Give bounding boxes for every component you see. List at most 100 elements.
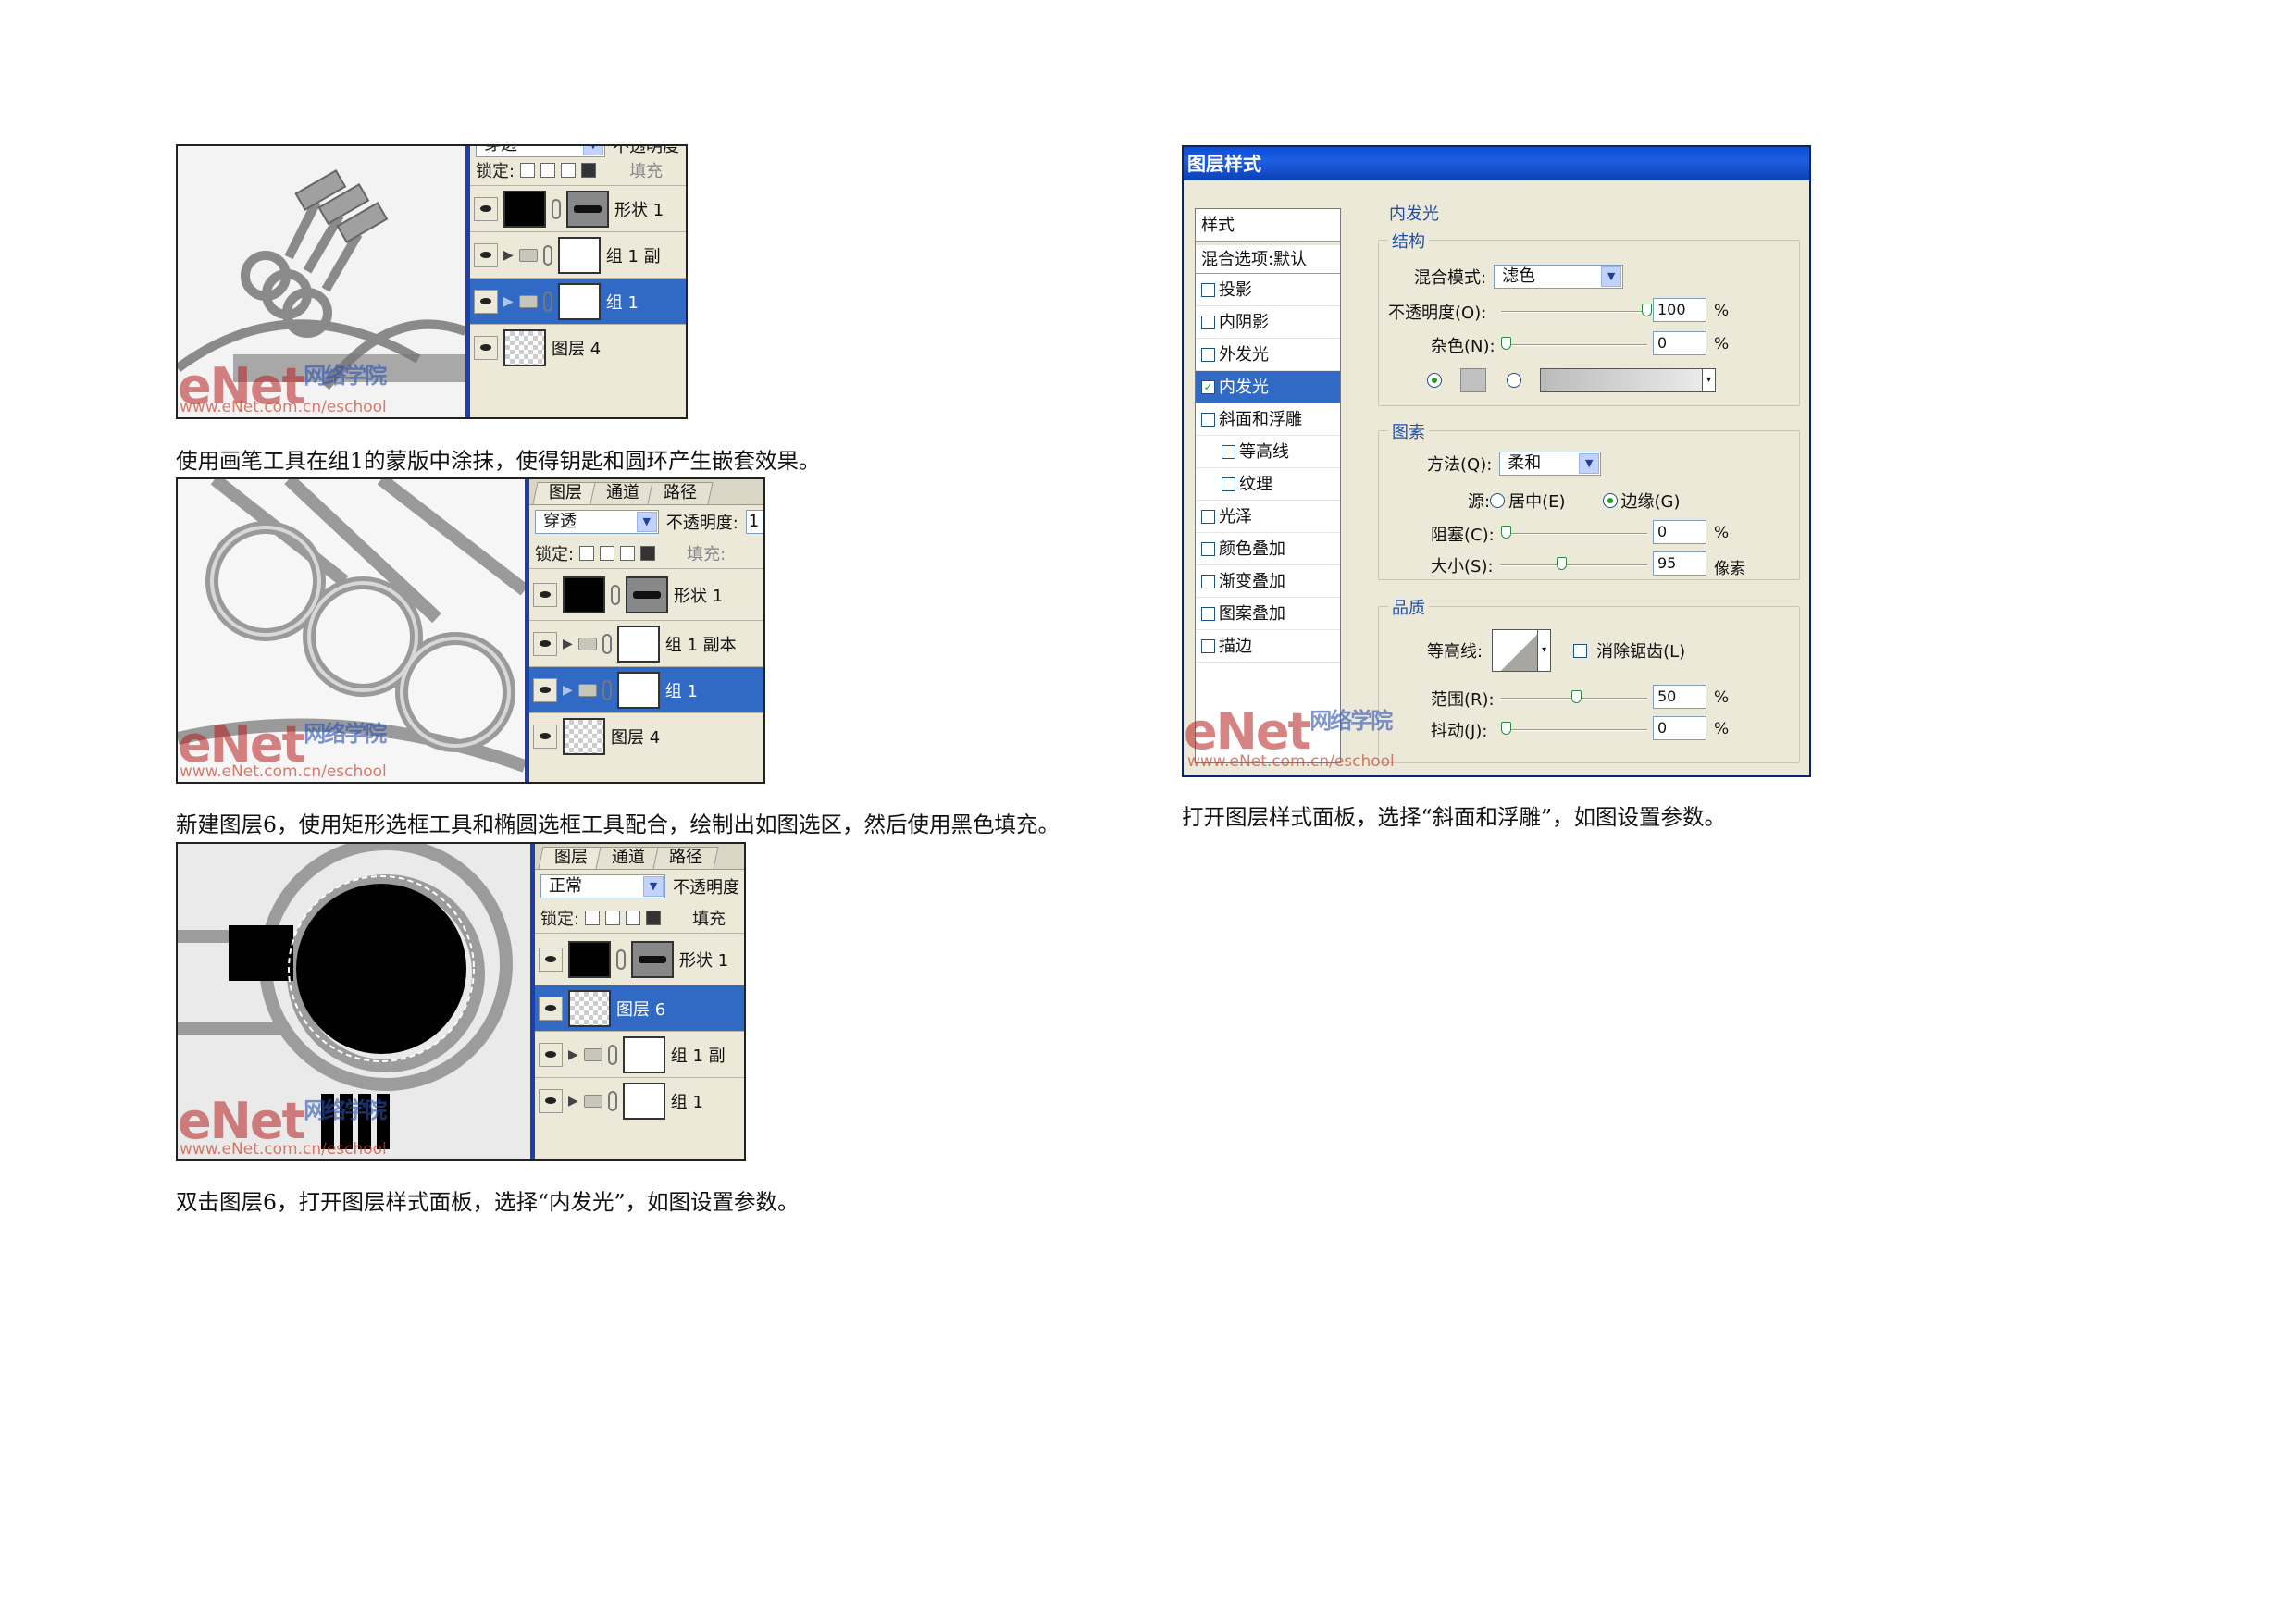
lock-paint-icon[interactable]: [540, 163, 556, 178]
blend-mode-select[interactable]: 穿透 ▼: [535, 510, 659, 534]
lock-move-icon[interactable]: [620, 546, 636, 561]
layer-row-selected[interactable]: ▶ 组 1: [470, 278, 686, 324]
antialias-checkbox[interactable]: [1573, 643, 1588, 658]
style-item[interactable]: 外发光: [1196, 339, 1340, 371]
style-item[interactable]: 图案叠加: [1196, 598, 1340, 630]
blend-mode-select[interactable]: 正常 ▼: [540, 874, 665, 898]
lock-transparency-icon[interactable]: [585, 911, 601, 925]
eye-icon[interactable]: [533, 631, 557, 656]
style-item[interactable]: 光泽: [1196, 501, 1340, 533]
style-item[interactable]: 颜色叠加: [1196, 533, 1340, 565]
layer-row[interactable]: 形状 1: [470, 185, 686, 231]
style-item[interactable]: 斜面和浮雕: [1196, 403, 1340, 436]
layer-row[interactable]: 形状 1: [535, 933, 744, 985]
lock-all-icon[interactable]: [640, 546, 656, 561]
styles-header[interactable]: 样式: [1196, 209, 1340, 242]
contour-picker[interactable]: ▾: [1492, 629, 1552, 672]
opacity-input[interactable]: 1: [745, 510, 763, 534]
contour-dropdown-icon[interactable]: ▾: [1537, 630, 1551, 671]
tab-layers[interactable]: 图层: [532, 482, 599, 504]
style-checkbox[interactable]: [1201, 412, 1215, 427]
style-checkbox[interactable]: [1201, 282, 1215, 297]
style-checkbox[interactable]: [1222, 444, 1235, 459]
eye-icon[interactable]: [474, 196, 498, 221]
style-checkbox[interactable]: [1201, 509, 1215, 524]
lock-all-icon[interactable]: [646, 911, 662, 925]
eye-icon[interactable]: [539, 1042, 563, 1067]
tab-channels[interactable]: 通道: [590, 482, 656, 504]
layer-row[interactable]: ▶ 组 1 副本: [529, 620, 763, 666]
expand-triangle-icon[interactable]: ▶: [563, 683, 573, 698]
lock-transparency-icon[interactable]: [579, 546, 595, 561]
layer-row-selected[interactable]: 图层 6: [535, 985, 744, 1031]
size-slider-knob[interactable]: [1557, 557, 1567, 570]
style-checkbox[interactable]: [1201, 315, 1215, 329]
source-edge-radio[interactable]: [1602, 493, 1618, 508]
eye-icon[interactable]: [539, 1088, 563, 1113]
choke-slider[interactable]: [1501, 526, 1647, 539]
technique-select[interactable]: 柔和 ▼: [1499, 452, 1602, 476]
range-slider[interactable]: [1501, 690, 1647, 703]
opacity-slider[interactable]: [1501, 304, 1652, 316]
tab-paths[interactable]: 路径: [647, 482, 714, 504]
choke-slider-knob[interactable]: [1501, 526, 1511, 539]
opacity-slider-knob[interactable]: [1642, 304, 1652, 316]
lock-move-icon[interactable]: [626, 911, 641, 925]
opacity-input[interactable]: 100: [1653, 298, 1706, 322]
tab-layers[interactable]: 图层: [538, 847, 604, 869]
style-item[interactable]: ✓ 内发光: [1196, 371, 1340, 403]
lock-move-icon[interactable]: [561, 163, 577, 178]
size-input[interactable]: 95: [1653, 551, 1706, 576]
tab-paths[interactable]: 路径: [652, 847, 719, 869]
layer-row[interactable]: 图层 4: [529, 712, 763, 759]
gradient-picker[interactable]: ▾: [1540, 368, 1716, 392]
layer-row[interactable]: ▶ 组 1: [535, 1077, 744, 1123]
style-item[interactable]: 内阴影: [1196, 306, 1340, 339]
expand-triangle-icon[interactable]: ▶: [503, 294, 514, 309]
layer-row[interactable]: 形状 1: [529, 568, 763, 620]
glow-color-swatch[interactable]: [1460, 368, 1486, 392]
eye-icon[interactable]: [539, 947, 563, 972]
eye-icon[interactable]: [474, 242, 498, 267]
style-item[interactable]: 投影: [1196, 274, 1340, 306]
jitter-slider-knob[interactable]: [1501, 722, 1511, 735]
noise-input[interactable]: 0: [1653, 331, 1706, 355]
style-item[interactable]: 渐变叠加: [1196, 565, 1340, 598]
noise-slider[interactable]: [1501, 337, 1647, 350]
tab-channels[interactable]: 通道: [595, 847, 662, 869]
style-checkbox[interactable]: [1201, 574, 1215, 588]
eye-icon[interactable]: [474, 335, 498, 360]
style-checkbox[interactable]: [1201, 347, 1215, 362]
eye-icon[interactable]: [533, 677, 557, 702]
style-checkbox[interactable]: [1201, 638, 1215, 653]
expand-triangle-icon[interactable]: ▶: [563, 637, 573, 651]
antialias-label[interactable]: 消除锯齿(L): [1596, 638, 1685, 663]
lock-paint-icon[interactable]: [600, 546, 615, 561]
eye-icon[interactable]: [539, 996, 563, 1021]
lock-transparency-icon[interactable]: [520, 163, 536, 178]
blending-options-item[interactable]: 混合选项:默认: [1196, 242, 1340, 274]
expand-triangle-icon[interactable]: ▶: [503, 248, 514, 263]
source-center-label[interactable]: 居中(E): [1508, 489, 1565, 513]
size-slider[interactable]: [1501, 557, 1647, 570]
eye-icon[interactable]: [474, 289, 498, 314]
layer-row[interactable]: 图层 4: [470, 324, 686, 370]
blend-mode-select[interactable]: 滤色 ▼: [1494, 265, 1624, 289]
style-item[interactable]: 描边: [1196, 630, 1340, 663]
lock-all-icon[interactable]: [581, 163, 597, 178]
gradient-dropdown-icon[interactable]: ▾: [1702, 369, 1715, 391]
noise-slider-knob[interactable]: [1501, 337, 1511, 350]
expand-triangle-icon[interactable]: ▶: [568, 1047, 578, 1062]
style-checkbox[interactable]: [1201, 541, 1215, 556]
jitter-input[interactable]: 0: [1653, 716, 1706, 740]
source-center-radio[interactable]: [1490, 493, 1506, 508]
lock-paint-icon[interactable]: [605, 911, 621, 925]
jitter-slider[interactable]: [1501, 722, 1647, 735]
choke-input[interactable]: 0: [1653, 520, 1706, 544]
layer-row[interactable]: ▶ 组 1 副: [535, 1031, 744, 1077]
layer-row-selected[interactable]: ▶ 组 1: [529, 666, 763, 712]
eye-icon[interactable]: [533, 724, 557, 749]
style-checkbox[interactable]: [1201, 606, 1215, 621]
layer-row[interactable]: ▶ 组 1 副: [470, 231, 686, 278]
gradient-radio[interactable]: [1507, 373, 1521, 388]
